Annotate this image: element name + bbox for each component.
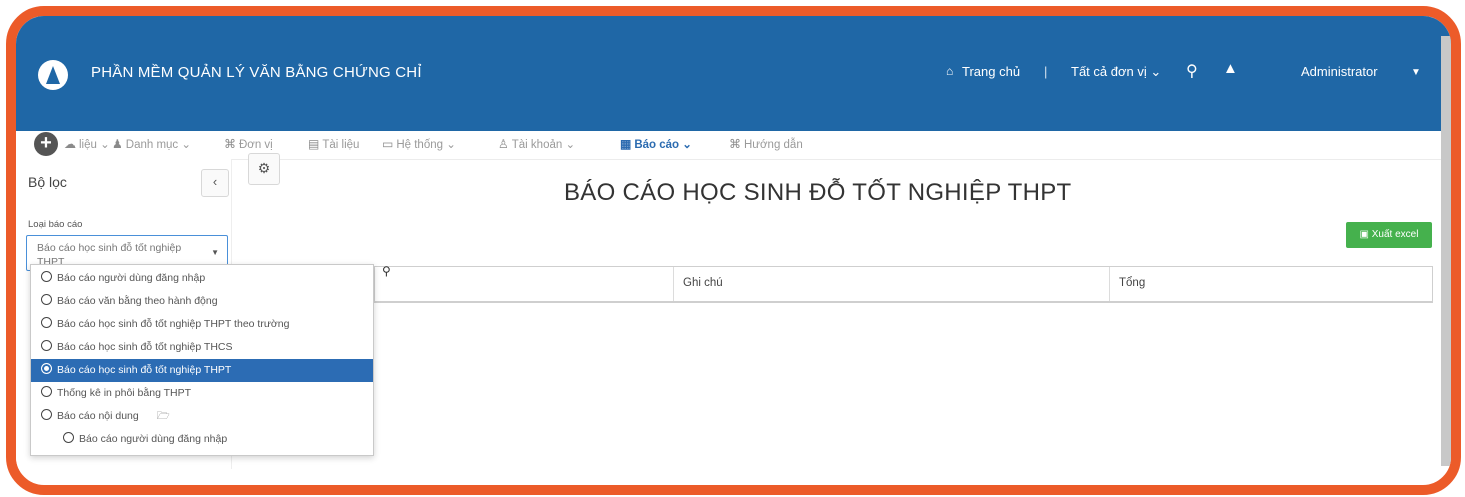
- radio-icon: [41, 317, 52, 328]
- header-separator: |: [1044, 64, 1048, 79]
- home-link[interactable]: Trang chủ: [962, 64, 1020, 79]
- app-title: PHẦN MỀM QUẢN LÝ VĂN BẰNG CHỨNG CHỈ: [91, 64, 422, 81]
- dropdown-option[interactable]: Báo cáo văn bằng theo hành động: [31, 290, 373, 313]
- column-ghi-chu: Ghi chú: [683, 277, 723, 289]
- settings-button[interactable]: ⚙: [248, 153, 280, 185]
- unit-select[interactable]: Tất cả đơn vị ⌄: [1071, 64, 1161, 80]
- user-icon: ♙: [498, 137, 509, 151]
- caret-down-icon[interactable]: ▼: [1411, 67, 1421, 78]
- search-icon[interactable]: ⚲: [382, 264, 391, 278]
- column-divider: [673, 267, 674, 301]
- dropdown-option-group[interactable]: Báo cáo nội dung 🗁: [31, 405, 373, 428]
- search-icon[interactable]: ⚲: [1186, 61, 1198, 81]
- export-excel-button[interactable]: ▣ Xuất excel: [1346, 222, 1432, 248]
- report-type-label: Loại báo cáo: [28, 219, 83, 230]
- menu-item-he-thong[interactable]: ▭ Hệ thống ⌄: [382, 137, 456, 151]
- menu-item-huong-dan[interactable]: ⌘ Hướng dẫn: [729, 137, 803, 151]
- collapse-panel-button[interactable]: ‹: [201, 169, 229, 197]
- dropdown-option[interactable]: Báo cáo người dùng đăng nhập: [31, 267, 373, 290]
- bell-icon[interactable]: ▲: [1223, 60, 1238, 77]
- menu-item-tai-lieu[interactable]: ▤ Tài liệu: [308, 137, 359, 151]
- doc-icon: ▤: [308, 137, 320, 151]
- radio-icon: [63, 432, 74, 443]
- table-icon: ▦: [620, 137, 632, 151]
- home-icon[interactable]: ⌂: [946, 64, 953, 78]
- radio-icon: [41, 294, 52, 305]
- people-icon: ♟: [112, 137, 123, 151]
- dropdown-option[interactable]: Báo cáo học sinh đỗ tốt nghiệp THPT theo…: [31, 313, 373, 336]
- column-divider: [1109, 267, 1110, 301]
- dropdown-option-selected[interactable]: Báo cáo học sinh đỗ tốt nghiệp THPT: [31, 359, 373, 382]
- help-icon: ⌘: [729, 137, 741, 151]
- radio-checked-icon: [41, 363, 52, 374]
- dropdown-suboption[interactable]: Báo cáo người dùng đăng nhập: [31, 428, 373, 451]
- menu-item-du-lieu[interactable]: ☁ liệu ⌄: [64, 137, 110, 151]
- main-menu: ☁ liệu ⌄ ♟ Danh mục ⌄ ⌘ Đơn vị ▤ Tài liệu ▭ H…: [16, 131, 1451, 160]
- radio-icon: [41, 386, 52, 397]
- window-frame: PHẦN MỀM QUẢN LÝ VĂN BẰNG CHỨNG CHỈ ⌂ Tr…: [6, 6, 1461, 495]
- user-menu[interactable]: Administrator: [1301, 64, 1378, 79]
- cloud-icon: ☁: [64, 137, 76, 151]
- monitor-icon: ▭: [382, 137, 394, 151]
- menu-item-danh-muc[interactable]: ♟ Danh mục ⌄: [112, 137, 191, 151]
- chevron-left-icon: ‹: [212, 174, 218, 189]
- folder-open-icon: 🗁: [156, 410, 170, 422]
- menu-item-don-vi[interactable]: ⌘ Đơn vị: [224, 137, 273, 151]
- menu-item-bao-cao[interactable]: ▦ Báo cáo ⌄: [620, 137, 692, 151]
- caret-down-icon: ▼: [211, 248, 219, 257]
- filter-title: Bộ lọc: [28, 174, 67, 190]
- report-type-dropdown: Báo cáo người dùng đăng nhập Báo cáo văn…: [30, 264, 374, 456]
- radio-icon: [41, 271, 52, 282]
- page-scrollbar[interactable]: [1441, 36, 1451, 466]
- org-icon: ⌘: [224, 137, 236, 151]
- app-logo[interactable]: [38, 60, 68, 90]
- menu-item-tai-khoan[interactable]: ♙ Tài khoản ⌄: [498, 137, 575, 151]
- gear-icon: ⚙: [257, 160, 271, 176]
- radio-icon: [41, 409, 52, 420]
- column-tong: Tổng: [1119, 277, 1146, 289]
- excel-icon: ▣: [1359, 229, 1369, 240]
- report-table-header: Ghi chú Tổng: [374, 266, 1433, 303]
- report-title: BÁO CÁO HỌC SINH ĐỖ TỐT NGHIỆP THPT: [564, 179, 1072, 206]
- radio-icon: [41, 340, 52, 351]
- add-icon[interactable]: +: [34, 132, 58, 156]
- dropdown-option[interactable]: Báo cáo học sinh đỗ tốt nghiệp THCS: [31, 336, 373, 359]
- header-bar: PHẦN MỀM QUẢN LÝ VĂN BẰNG CHỨNG CHỈ ⌂ Tr…: [16, 16, 1451, 131]
- dropdown-option[interactable]: Thống kê in phôi bằng THPT: [31, 382, 373, 405]
